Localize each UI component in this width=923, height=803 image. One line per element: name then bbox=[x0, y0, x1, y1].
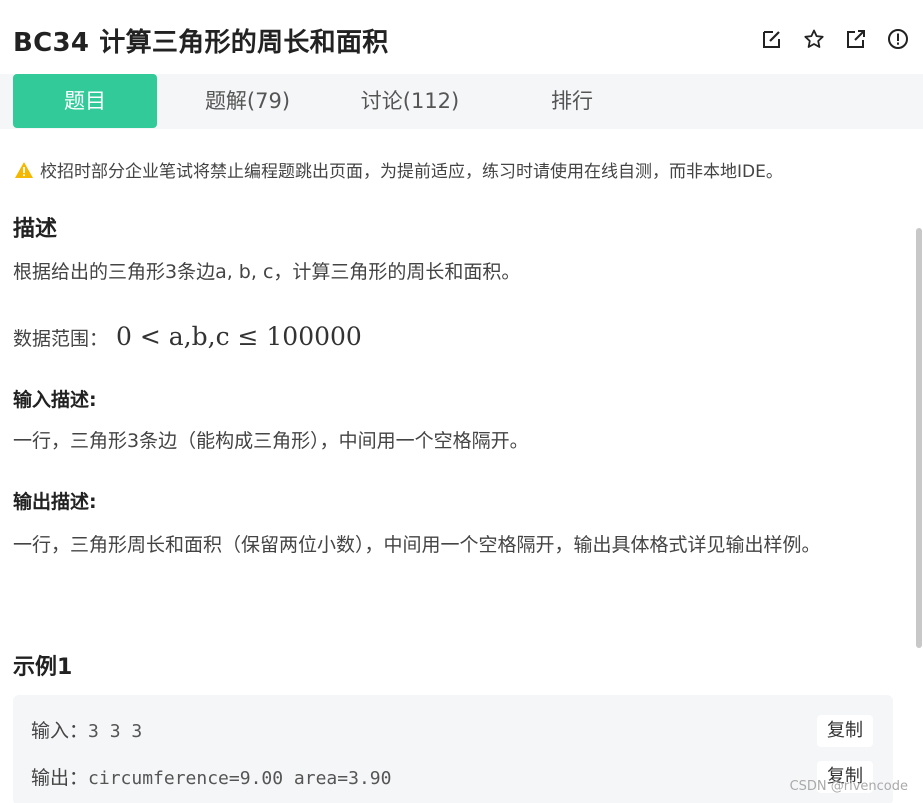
problem-code: BC34 bbox=[13, 28, 90, 58]
warning-icon bbox=[14, 161, 34, 179]
example-heading: 示例1 bbox=[13, 655, 73, 680]
tab-problem[interactable]: 题目 bbox=[13, 74, 157, 128]
problem-header: BC34 计算三角形的周长和面积 bbox=[0, 0, 923, 74]
data-range-formula: 0 < a,b,c ≤ 100000 bbox=[116, 322, 362, 351]
description-heading: 描述 bbox=[13, 217, 58, 242]
input-description-text: 一行，三角形3条边（能构成三角形），中间用一个空格隔开。 bbox=[13, 430, 529, 452]
output-description-heading: 输出描述: bbox=[13, 491, 97, 513]
share-icon[interactable] bbox=[845, 28, 867, 50]
example-output-value: circumference=9.00 area=3.90 bbox=[88, 768, 392, 789]
example-input-value: 3 3 3 bbox=[88, 721, 143, 742]
description-text: 根据给出的三角形3条边a, b, c，计算三角形的周长和面积。 bbox=[13, 261, 521, 283]
tab-bar: 题目 题解(79) 讨论(112) 排行 bbox=[0, 74, 923, 129]
input-description-heading: 输入描述: bbox=[13, 389, 97, 411]
example-output-label: 输出： bbox=[31, 767, 89, 789]
problem-title: 计算三角形的周长和面积 bbox=[99, 28, 389, 58]
copy-input-button[interactable]: 复制 bbox=[817, 715, 873, 747]
data-range: 数据范围： 0 < a,b,c ≤ 100000 bbox=[13, 322, 362, 351]
example-input-label: 输入： bbox=[31, 720, 89, 742]
tab-discussion[interactable]: 讨论(112) bbox=[340, 74, 480, 128]
star-icon[interactable] bbox=[803, 28, 825, 50]
header-actions bbox=[761, 28, 909, 50]
ide-notice: 校招时部分企业笔试将禁止编程题跳出页面，为提前适应，练习时请使用在线自测，而非本… bbox=[14, 157, 783, 182]
example-output-row: 输出：circumference=9.00 area=3.90 bbox=[31, 763, 391, 790]
tab-ranking[interactable]: 排行 bbox=[520, 74, 624, 128]
notice-text: 校招时部分企业笔试将禁止编程题跳出页面，为提前适应，练习时请使用在线自测，而非本… bbox=[40, 162, 783, 182]
example-box: 输入：3 3 3 复制 输出：circumference=9.00 area=3… bbox=[13, 695, 893, 803]
output-description-text: 一行，三角形周长和面积（保留两位小数），中间用一个空格隔开，输出具体格式详见输出… bbox=[13, 534, 821, 556]
info-icon[interactable] bbox=[887, 28, 909, 50]
example-input-row: 输入：3 3 3 bbox=[31, 716, 142, 743]
edit-icon[interactable] bbox=[761, 28, 783, 50]
scrollbar-thumb[interactable] bbox=[916, 228, 922, 648]
tab-solutions[interactable]: 题解(79) bbox=[180, 74, 315, 128]
data-range-label: 数据范围： bbox=[13, 328, 109, 350]
page-title: BC34 计算三角形的周长和面积 bbox=[13, 22, 389, 59]
watermark: CSDN @rivencode bbox=[789, 779, 908, 794]
